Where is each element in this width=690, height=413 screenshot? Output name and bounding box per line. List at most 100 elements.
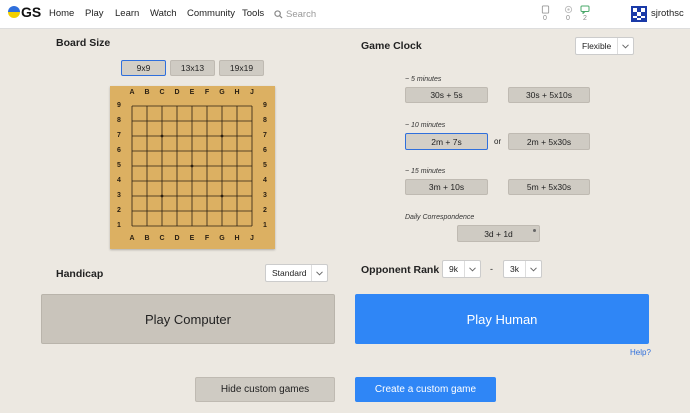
board-column-label: D	[174, 89, 180, 96]
spiral-icon	[564, 5, 572, 14]
board-row-label: 2	[117, 207, 121, 214]
ogs-logo[interactable]: GS	[8, 4, 41, 20]
clock-or-label: or	[494, 137, 502, 146]
game-clock-title: Game Clock	[361, 40, 422, 52]
chevron-down-icon	[617, 38, 633, 54]
star-point	[190, 164, 194, 168]
dot-icon	[533, 229, 536, 232]
nav-play[interactable]: Play	[85, 8, 103, 19]
board-row-label: 3	[117, 192, 121, 199]
clock-2m-5x30s-button[interactable]: 2m + 5x30s	[508, 133, 590, 150]
board-row-label: 4	[263, 177, 267, 184]
clock-3d-1d-button[interactable]: 3d + 1d	[457, 225, 540, 242]
search-icon	[274, 9, 283, 19]
board-row-label: 4	[117, 177, 121, 184]
notification-icon	[541, 5, 549, 14]
board-row-label: 7	[117, 132, 121, 139]
board-column-label: C	[159, 235, 165, 242]
chevron-down-icon	[311, 265, 327, 281]
board-column-label: G	[219, 235, 225, 242]
chat-stat[interactable]: 2	[578, 5, 592, 22]
clock-30s-5x10s-button[interactable]: 30s + 5x10s	[508, 87, 590, 103]
board-column-label: H	[234, 235, 240, 242]
top-nav: GS Home Play Learn Watch Community Tools…	[0, 0, 690, 29]
clock-5m-5x30s-button[interactable]: 5m + 5x30s	[508, 179, 590, 195]
board-column-label: D	[174, 235, 180, 242]
board-column-label: A	[129, 89, 135, 96]
avatar[interactable]	[631, 6, 647, 22]
clock-group-label-15min: ~ 15 minutes	[405, 168, 446, 175]
board-row-label: 6	[117, 147, 121, 154]
board-row-label: 9	[263, 102, 267, 109]
help-link[interactable]: Help?	[630, 348, 651, 357]
board-size-19x19-button[interactable]: 19x19	[219, 60, 264, 76]
handicap-select[interactable]: Standard	[265, 264, 328, 282]
rank-min-select[interactable]: 9k	[442, 260, 481, 278]
chat-count: 2	[583, 15, 587, 22]
star-point	[160, 134, 164, 138]
clock-group-label-daily: Daily Correspondence	[405, 214, 475, 221]
board-row-label: 1	[117, 222, 121, 229]
board-grid	[131, 105, 253, 227]
board-row-label: 1	[263, 222, 267, 229]
opponent-rank-title: Opponent Rank	[361, 264, 440, 276]
rank-max-select[interactable]: 3k	[503, 260, 542, 278]
logo-text: GS	[21, 4, 42, 20]
board-row-label: 7	[263, 132, 267, 139]
username[interactable]: sjrothsc	[651, 8, 684, 19]
create-custom-game-button[interactable]: Create a custom game	[355, 377, 496, 402]
star-point	[220, 134, 224, 138]
board-size-13x13-button[interactable]: 13x13	[170, 60, 215, 76]
board-column-label: F	[204, 89, 210, 96]
rank-max-value: 3k	[510, 264, 519, 274]
board-row-label: 3	[263, 192, 267, 199]
board-column-label: J	[250, 89, 254, 96]
nav-learn[interactable]: Learn	[115, 8, 139, 19]
rank-min-value: 9k	[449, 264, 458, 274]
star-point	[160, 194, 164, 198]
board-column-label: F	[204, 235, 210, 242]
clock-30s-5s-button[interactable]: 30s + 5s	[405, 87, 488, 103]
board-row-label: 8	[263, 117, 267, 124]
clock-mode-select[interactable]: Flexible	[575, 37, 634, 55]
board-column-label: C	[159, 89, 165, 96]
board-column-label: J	[250, 235, 254, 242]
chevron-down-icon	[464, 261, 480, 277]
notifications-stat[interactable]: 0	[538, 5, 552, 22]
search-box[interactable]: Search	[274, 7, 434, 21]
hide-custom-games-button[interactable]: Hide custom games	[195, 377, 335, 402]
avatar-icon	[631, 6, 647, 22]
board-size-9x9-button[interactable]: 9x9	[121, 60, 166, 76]
play-computer-button[interactable]: Play Computer	[41, 294, 335, 344]
handicap-value: Standard	[272, 268, 307, 278]
board-column-label: E	[189, 89, 195, 96]
handicap-title: Handicap	[56, 268, 104, 280]
games-stat[interactable]: 0	[561, 5, 575, 22]
clock-3d-1d-label: 3d + 1d	[484, 228, 513, 239]
board-row-label: 2	[263, 207, 267, 214]
go-board-preview: A A B B C C D D E E F F G G H H J J 9 9 8 8 7 7 6 6 5 5 4 4 3 3 2 2 1 1	[110, 86, 275, 249]
board-size-title: Board Size	[56, 37, 111, 49]
clock-group-label-5min: ~ 5 minutes	[405, 76, 442, 83]
clock-group-label-10min: ~ 10 minutes	[405, 122, 446, 129]
nav-community[interactable]: Community	[187, 8, 235, 19]
board-column-label: H	[234, 89, 240, 96]
board-row-label: 5	[263, 162, 267, 169]
play-human-button[interactable]: Play Human	[355, 294, 649, 344]
notification-count: 0	[543, 15, 547, 22]
ogs-logo-icon	[8, 6, 20, 18]
search-input[interactable]: Search	[286, 9, 316, 20]
nav-watch[interactable]: Watch	[150, 8, 177, 19]
board-column-label: A	[129, 235, 135, 242]
clock-3m-10s-button[interactable]: 3m + 10s	[405, 179, 488, 195]
board-column-label: G	[219, 89, 225, 96]
clock-2m-7s-button[interactable]: 2m + 7s	[405, 133, 488, 150]
nav-home[interactable]: Home	[49, 8, 74, 19]
board-row-label: 8	[117, 117, 121, 124]
star-point	[220, 194, 224, 198]
chevron-down-icon	[525, 261, 541, 277]
board-row-label: 9	[117, 102, 121, 109]
nav-tools[interactable]: Tools	[242, 8, 264, 19]
board-column-label: E	[189, 235, 195, 242]
rank-range-separator: -	[490, 264, 493, 274]
